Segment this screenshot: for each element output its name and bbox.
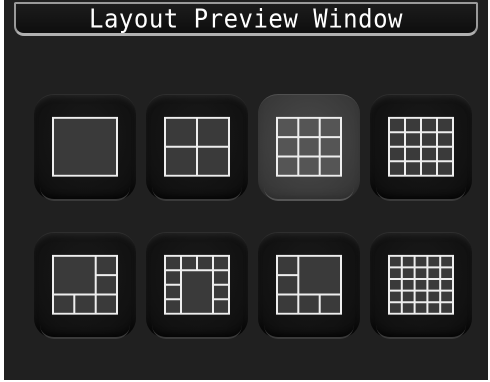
layout-button-single[interactable]: [34, 94, 136, 201]
quad-view-icon: [164, 116, 230, 177]
layout-button-5split[interactable]: [258, 232, 360, 339]
single-view-icon: [52, 116, 118, 177]
twenty-five-view-icon: [388, 254, 454, 315]
eight-view-icon: [164, 254, 230, 315]
layout-button-2x2[interactable]: [146, 94, 248, 201]
window-title: Layout Preview Window: [89, 3, 403, 35]
title-bar: Layout Preview Window: [14, 2, 478, 36]
layout-button-5x5[interactable]: [370, 232, 472, 339]
layout-button-6split[interactable]: [34, 232, 136, 339]
five-view-icon: [276, 254, 342, 315]
sixteen-view-icon: [388, 116, 454, 177]
nine-view-icon: [276, 116, 342, 177]
six-view-icon: [52, 254, 118, 315]
layout-button-3x3[interactable]: [258, 94, 360, 201]
layout-button-4x4[interactable]: [370, 94, 472, 201]
layout-preview-window: Layout Preview Window: [4, 0, 488, 380]
layout-button-8split[interactable]: [146, 232, 248, 339]
